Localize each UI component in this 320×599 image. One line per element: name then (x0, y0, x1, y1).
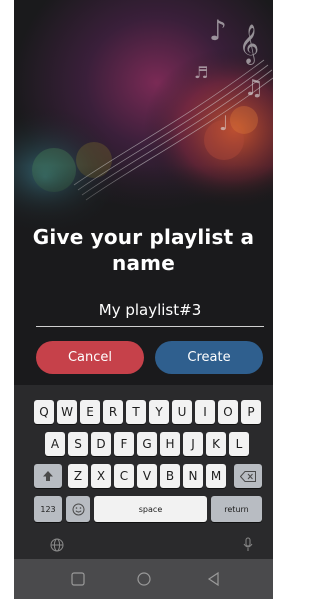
keyboard-bottom-bar (14, 533, 273, 559)
microphone-icon[interactable] (242, 537, 254, 553)
backspace-icon (240, 470, 256, 482)
nav-home-icon[interactable] (136, 571, 152, 587)
create-button[interactable]: Create (155, 341, 263, 374)
key-y[interactable]: Y (149, 400, 169, 424)
dialog-title-line1: Give your playlist a (32, 225, 255, 249)
key-c[interactable]: C (114, 464, 134, 488)
cancel-button[interactable]: Cancel (36, 341, 144, 374)
space-key[interactable]: space (94, 496, 207, 522)
shift-icon (43, 471, 53, 481)
key-u[interactable]: U (172, 400, 192, 424)
key-b[interactable]: B (160, 464, 180, 488)
key-e[interactable]: E (80, 400, 100, 424)
key-j[interactable]: J (183, 432, 203, 456)
key-w[interactable]: W (57, 400, 77, 424)
app-screen: ♪ 𝄞 ♫ ♩ ♬ Give your playlist a name Canc… (14, 0, 273, 599)
numbers-key[interactable]: 123 (34, 496, 62, 522)
key-n[interactable]: N (183, 464, 203, 488)
key-d[interactable]: D (91, 432, 111, 456)
key-h[interactable]: H (160, 432, 180, 456)
globe-icon[interactable] (50, 538, 64, 552)
key-x[interactable]: X (91, 464, 111, 488)
key-z[interactable]: Z (68, 464, 88, 488)
shift-key[interactable] (34, 464, 62, 488)
key-s[interactable]: S (68, 432, 88, 456)
key-t[interactable]: T (126, 400, 146, 424)
on-screen-keyboard: Q W E R T Y U I O P A S D F G H J K L Z … (14, 385, 273, 533)
dialog-title-line2: name (112, 251, 175, 275)
backspace-key[interactable] (234, 464, 262, 488)
system-navigation-bar (14, 559, 273, 599)
key-v[interactable]: V (137, 464, 157, 488)
key-g[interactable]: G (137, 432, 157, 456)
music-artwork-background: ♪ 𝄞 ♫ ♩ ♬ (14, 0, 273, 236)
key-o[interactable]: O (218, 400, 238, 424)
dialog-title: Give your playlist a name (14, 224, 273, 276)
key-r[interactable]: R (103, 400, 123, 424)
key-m[interactable]: M (206, 464, 226, 488)
key-l[interactable]: L (229, 432, 249, 456)
key-k[interactable]: K (206, 432, 226, 456)
key-f[interactable]: F (114, 432, 134, 456)
emoji-key[interactable] (66, 496, 90, 522)
key-i[interactable]: I (195, 400, 215, 424)
key-a[interactable]: A (45, 432, 65, 456)
key-q[interactable]: Q (34, 400, 54, 424)
nav-square-icon[interactable] (70, 571, 86, 587)
return-key[interactable]: return (211, 496, 262, 522)
nav-back-icon[interactable] (206, 571, 222, 587)
key-p[interactable]: P (241, 400, 261, 424)
playlist-name-input[interactable] (36, 294, 264, 327)
emoji-icon (72, 503, 84, 515)
